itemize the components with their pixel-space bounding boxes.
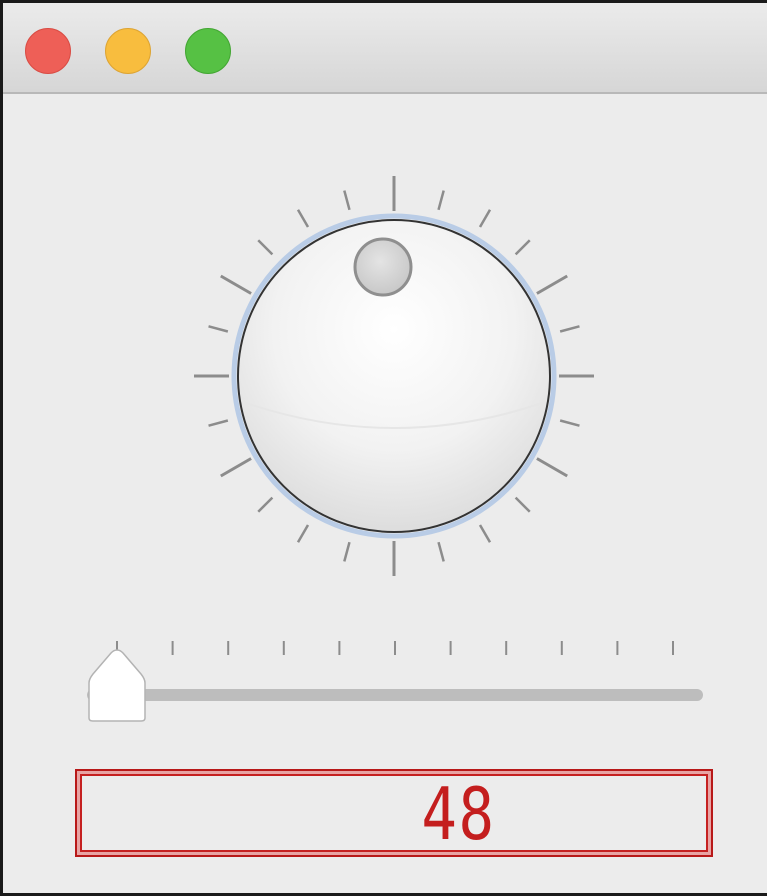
slider-thumb[interactable] (88, 649, 146, 722)
horizontal-slider[interactable] (3, 3, 767, 763)
lcd-value: 48 (421, 772, 496, 856)
slider-ticks (116, 641, 674, 655)
lcd-display: 48 (75, 769, 713, 857)
slider-track[interactable] (87, 689, 703, 701)
app-window: 48 (0, 0, 767, 896)
